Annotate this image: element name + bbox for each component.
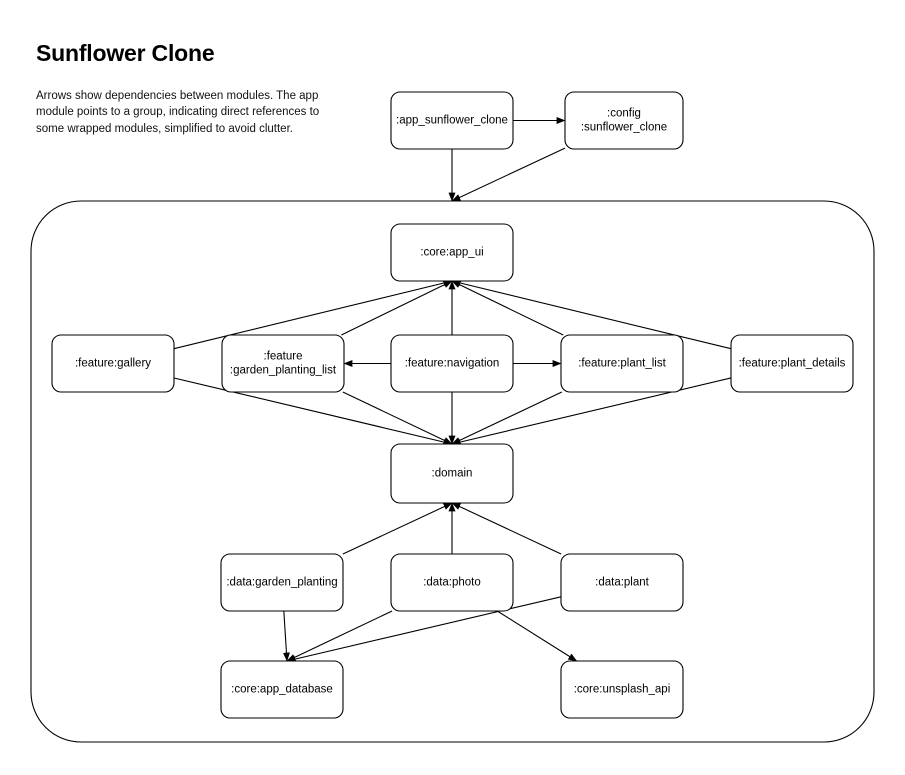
module-node-feature_plant_list[interactable]: :feature:plant_list <box>560 334 684 393</box>
module-node-label: :data:plant <box>595 577 650 589</box>
module-node-label: :garden_planting_list <box>230 365 337 377</box>
module-node-domain[interactable]: :domain <box>390 443 514 504</box>
module-node-box <box>564 91 684 150</box>
dependency-edge-feature_plant_list-to-domain <box>451 391 563 445</box>
module-node-feature_navigation[interactable]: :feature:navigation <box>390 334 514 393</box>
dependency-edge-data_plant-to-domain <box>451 502 562 555</box>
module-dependency-graph: :app_sunflower_clone :config :sunflower_cl… <box>30 91 875 743</box>
module-node-label: :data:photo <box>423 577 481 589</box>
module-node-data_garden_planting[interactable]: :data:garden_planting <box>220 553 344 612</box>
module-node-label: :core:app_ui <box>420 247 483 259</box>
module-node-feature_gallery[interactable]: :feature:gallery <box>51 334 175 393</box>
module-node-app_sunflower_clone[interactable]: :app_sunflower_clone <box>390 91 514 150</box>
module-node-config_sunflower_clone[interactable]: :config :sunflower_clone <box>564 91 684 150</box>
module-node-label: :config <box>607 108 641 120</box>
module-node-label: :feature:gallery <box>75 358 151 370</box>
dependency-edge-feature_garden_planting_list-to-domain <box>342 391 453 445</box>
dependency-edge-data_photo-to-core_app_database <box>286 610 393 662</box>
module-node-label: :core:unsplash_api <box>574 684 671 696</box>
module-node-label: :app_sunflower_clone <box>396 115 508 127</box>
module-node-label: :core:app_database <box>231 684 333 696</box>
module-node-data_plant[interactable]: :data:plant <box>560 553 684 612</box>
module-node-label: :domain <box>432 468 473 480</box>
module-node-core_app_database[interactable]: :core:app_database <box>220 660 344 719</box>
module-node-label: :feature <box>264 351 303 363</box>
dependency-edge-data_photo-to-core_unsplash_api <box>496 610 578 662</box>
module-node-label: :feature:plant_list <box>578 358 666 370</box>
module-node-label: :data:garden_planting <box>226 577 337 589</box>
dependency-edge-data_garden_planting-to-domain <box>342 502 453 555</box>
dependency-edge-data_garden_planting-to-core_app_database <box>282 610 290 662</box>
module-node-core_unsplash_api[interactable]: :core:unsplash_api <box>560 660 684 719</box>
module-node-label: :sunflower_clone <box>581 122 667 134</box>
dependency-edge-feature_plant_list-to-core_app_ui <box>451 280 564 336</box>
module-node-core_app_ui[interactable]: :core:app_ui <box>390 223 514 282</box>
dependency-edge-config_sunflower_clone-to-group <box>451 147 566 202</box>
dependency-edge-feature_garden_planting_list-to-core_app_ui <box>341 280 453 336</box>
module-node-feature_plant_details[interactable]: :feature:plant_details <box>730 334 854 393</box>
module-node-data_photo[interactable]: :data:photo <box>390 553 514 612</box>
module-node-box <box>221 334 345 393</box>
module-node-label: :feature:navigation <box>405 358 500 370</box>
module-node-feature_garden_planting_list[interactable]: :feature :garden_planting_list <box>221 334 345 393</box>
module-node-label: :feature:plant_details <box>739 358 846 370</box>
